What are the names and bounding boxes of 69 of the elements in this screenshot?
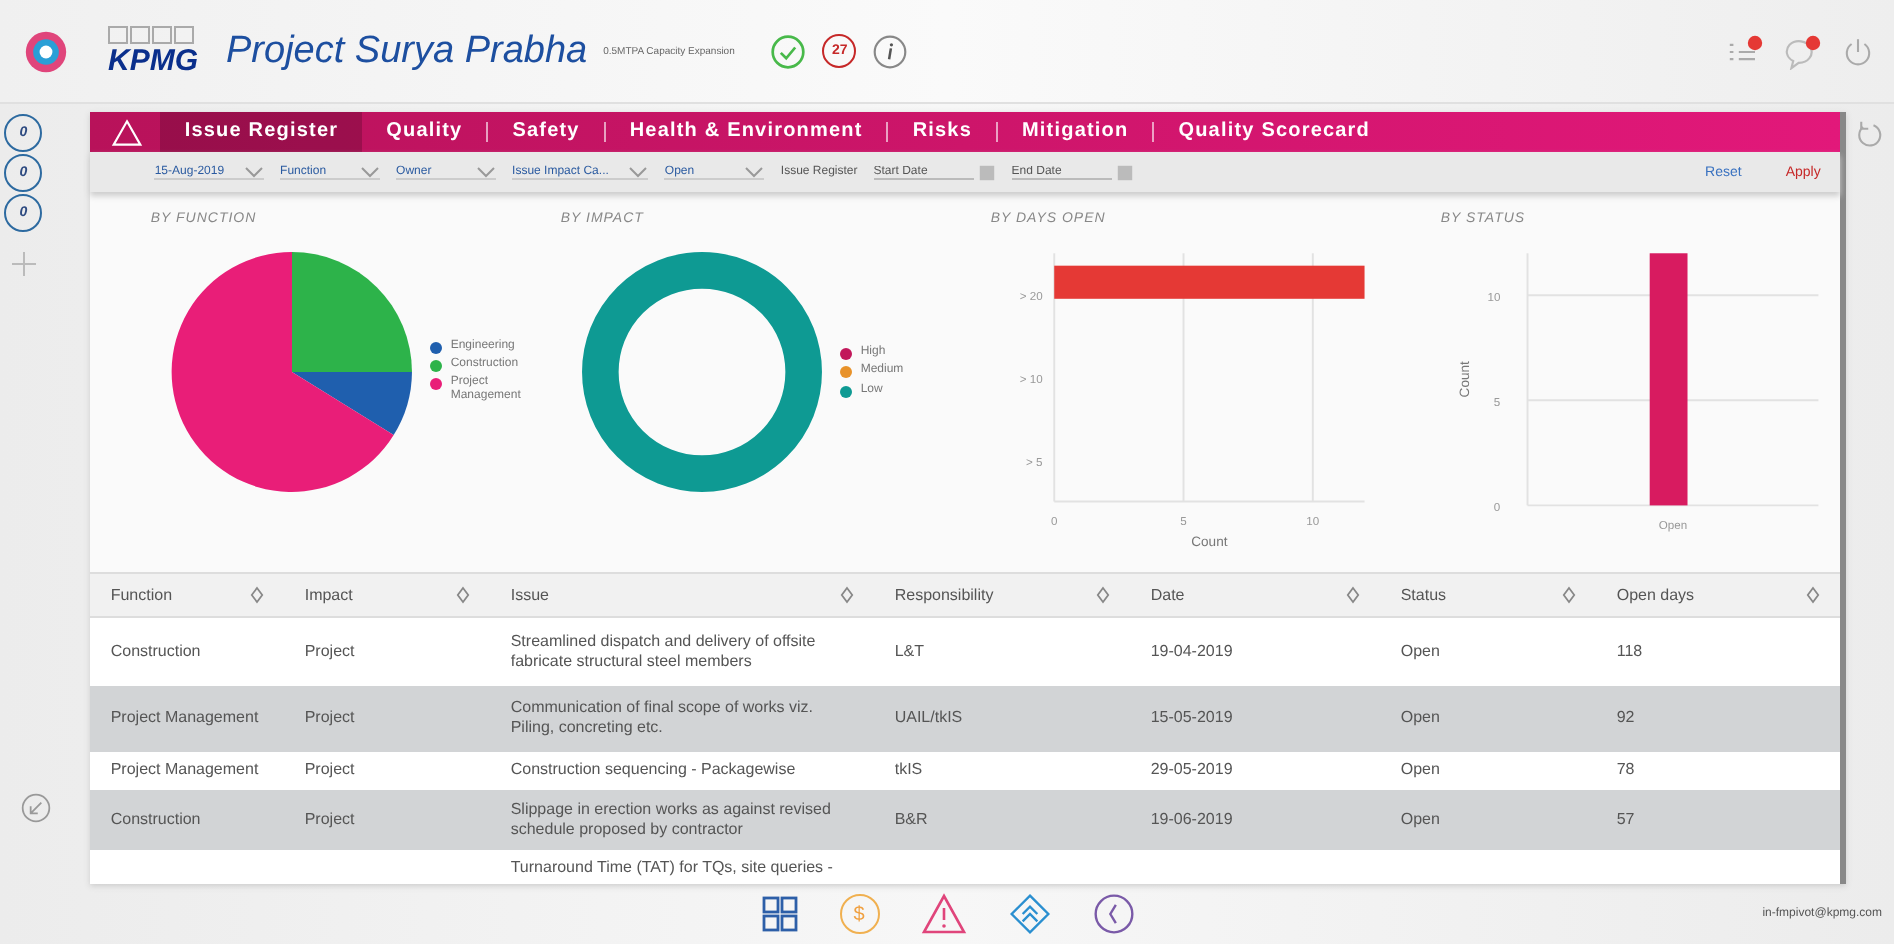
sort-icon[interactable] <box>1346 586 1361 605</box>
column-header[interactable]: Responsibility <box>874 586 1131 605</box>
table-cell-text: Open <box>1398 708 1442 729</box>
sort-icon[interactable] <box>456 586 471 605</box>
table-cell-text: Turnaround Time (TAT) for TQs, site queries - <box>508 857 835 878</box>
chevron-down-icon[interactable] <box>476 165 497 177</box>
table-cell-text: Project Management <box>108 708 261 729</box>
nav-tab[interactable]: Safety <box>486 122 604 142</box>
table-cell-text: 29-05-2019 <box>1148 760 1235 781</box>
table-cell-text: Open <box>1398 642 1442 663</box>
table-cell-text: tkIS <box>892 760 925 781</box>
table-cell-text: Project Management <box>108 760 261 781</box>
table-cell-text: 78 <box>1614 760 1637 781</box>
chevron-down-icon[interactable] <box>744 165 765 177</box>
sort-icon[interactable] <box>1096 586 1111 605</box>
refresh-icon[interactable] <box>1856 120 1885 148</box>
nav-tab[interactable]: Health & Environment <box>603 122 887 142</box>
info-icon[interactable] <box>872 33 909 69</box>
table-cell-text: Construction <box>108 809 203 830</box>
company-logo: KPMG <box>108 26 198 76</box>
column-header[interactable]: Status <box>1380 586 1597 605</box>
sort-icon[interactable] <box>840 586 855 605</box>
table-cell-text: Project <box>302 809 357 830</box>
column-header[interactable]: Date <box>1130 586 1381 605</box>
add-icon[interactable] <box>9 250 38 278</box>
warning-icon[interactable] <box>919 892 967 936</box>
table-cell-text: 92 <box>1614 708 1637 729</box>
table-cell-text: L&T <box>892 642 927 663</box>
collapse-icon[interactable] <box>19 792 52 824</box>
warning-icon <box>110 117 145 147</box>
sort-icon[interactable] <box>1562 586 1577 605</box>
chat-icon[interactable] <box>1782 33 1826 69</box>
table-cell-text: Project <box>302 642 357 663</box>
table-cell-text: UAIL/tkIS <box>892 708 965 729</box>
chevron-down-icon[interactable] <box>244 165 265 177</box>
table-cell-text: B&R <box>892 809 930 830</box>
nav-tab[interactable]: Quality Scorecard <box>1152 122 1395 142</box>
table-cell-text: Construction sequencing - Packagewise <box>508 760 798 781</box>
table-cell-text: Open <box>1398 809 1442 830</box>
column-header[interactable]: Issue <box>490 586 875 605</box>
sort-icon[interactable] <box>1806 586 1821 605</box>
grid-icon[interactable] <box>759 894 799 934</box>
table-cell-text: Slippage in erection works as against revised schedule proposed by contractor <box>508 799 833 840</box>
nav-tab[interactable]: Quality <box>362 112 487 152</box>
nav-tab[interactable]: Risks <box>886 122 996 142</box>
table-cell-text: 118 <box>1614 642 1645 663</box>
table-cell-text: Open <box>1398 760 1442 781</box>
table-cell-text: 19-06-2019 <box>1148 809 1235 830</box>
column-header[interactable]: Function <box>90 586 285 605</box>
table-cell-text: Construction <box>108 642 203 663</box>
column-header[interactable]: Impact <box>284 586 491 605</box>
chevron-down-icon[interactable] <box>360 165 381 177</box>
check-icon[interactable] <box>770 33 807 69</box>
table-cell-text: 19-04-2019 <box>1148 642 1235 663</box>
table-cell-text: Communication of final scope of works viz. Piling, concreting etc. <box>508 698 816 739</box>
table-cell-text: 15-05-2019 <box>1148 708 1235 729</box>
sort-icon[interactable] <box>250 586 265 605</box>
table-cell-text: Streamlined dispatch and delivery of offsite fabricate structural steel members <box>508 632 818 673</box>
chevrons-up-icon[interactable] <box>1007 892 1051 936</box>
table-cell-text: 57 <box>1614 809 1637 830</box>
nav-tab[interactable]: Issue Register <box>160 112 363 152</box>
table-cell-text: Project <box>302 708 357 729</box>
app-logo-icon[interactable] <box>24 29 68 73</box>
project-title: Project Surya Prabha <box>226 29 588 73</box>
chevron-down-icon[interactable] <box>628 165 649 177</box>
table-cell-text: Project <box>302 760 357 781</box>
nav-tab[interactable]: Mitigation <box>996 122 1153 142</box>
power-icon[interactable] <box>1842 35 1874 67</box>
column-header[interactable]: Open days <box>1596 586 1841 605</box>
